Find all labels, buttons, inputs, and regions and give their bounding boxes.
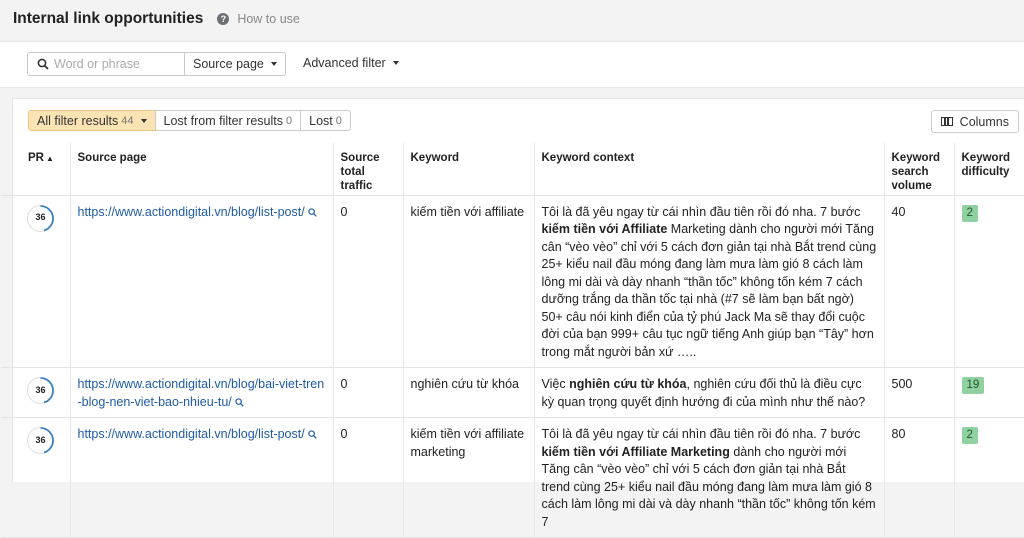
keyword-difficulty-cell: 19 (954, 367, 1024, 418)
columns-label: Columns (959, 114, 1009, 129)
search-icon (37, 58, 49, 70)
source-traffic-cell: 0 (333, 417, 404, 538)
magnifier-icon[interactable] (308, 430, 317, 439)
search-volume-cell: 500 (884, 367, 955, 418)
search-volume-cell: 40 (884, 195, 955, 368)
source-page-link[interactable]: https://www.actiondigital.vn/blog/bai-vi… (78, 377, 325, 409)
results-panel: All filter results 44 Lost from filter r… (1, 98, 1024, 538)
kd-badge: 19 (961, 377, 985, 394)
magnifier-icon[interactable] (235, 398, 244, 407)
pr-ring-icon: 36 (27, 204, 54, 232)
keyword-context-cell: Tôi là đã yêu ngay từ cái nhìn đầu tiên … (534, 195, 885, 368)
columns-icon (940, 117, 953, 126)
page-header: Internal link opportunities ? How to use (0, 0, 1024, 37)
search-volume-cell: 80 (884, 417, 955, 538)
source-page-label: Source page (193, 57, 264, 71)
tab-lost-from-filter-results[interactable]: Lost from filter results 0 (154, 110, 302, 131)
tab-label: All filter results (37, 113, 119, 128)
table-header-row: PR ▲ Source page Source total traffic Key… (1, 143, 1024, 196)
table-row: 36 https://www.actiondigital.vn/blog/lis… (1, 195, 1024, 368)
keyword-difficulty-cell: 2 (954, 417, 1024, 538)
search-input[interactable] (54, 57, 174, 71)
source-page-link[interactable]: https://www.actiondigital.vn/blog/list-p… (78, 205, 305, 219)
caret-down-icon (140, 118, 147, 123)
tab-count: 0 (335, 114, 342, 127)
col-header-keyword-context[interactable]: Keyword context (534, 143, 885, 196)
table-row: 36 https://www.actiondigital.vn/blog/lis… (1, 417, 1024, 538)
keyword-difficulty-cell: 2 (954, 195, 1024, 368)
pr-cell: 36 (1, 195, 71, 368)
source-traffic-cell: 0 (333, 195, 404, 368)
results-table: PR ▲ Source page Source total traffic Key… (1, 143, 1024, 538)
how-to-use-link[interactable]: ? How to use (217, 12, 300, 26)
col-header-keyword[interactable]: Keyword (403, 143, 535, 196)
advanced-filter-label: Advanced filter (303, 56, 386, 70)
advanced-filter-dropdown[interactable]: Advanced filter (303, 52, 399, 74)
pr-cell: 36 (1, 367, 71, 418)
col-header-search-volume[interactable]: Keyword search volume (884, 143, 955, 196)
caret-down-icon (392, 61, 399, 65)
kd-badge: 2 (961, 427, 978, 444)
tab-all-filter-results[interactable]: All filter results 44 (28, 110, 156, 131)
tab-label: Lost (309, 113, 333, 128)
keyword-cell: kiếm tiền với affiliate marketing (403, 417, 535, 538)
tab-lost[interactable]: Lost 0 (300, 110, 351, 131)
col-header-source-page[interactable]: Source page (70, 143, 334, 196)
columns-button[interactable]: Columns (930, 110, 1019, 133)
col-header-keyword-difficulty[interactable]: Keyword difficulty (954, 143, 1024, 196)
keyword-context-cell: Việc nghiên cứu từ khóa, nghiên cứu đối … (534, 367, 885, 418)
tab-label: Lost from filter results (163, 113, 284, 128)
col-header-source-traffic[interactable]: Source total traffic (333, 143, 404, 196)
pr-cell: 36 (1, 417, 71, 538)
magnifier-icon[interactable] (308, 208, 317, 217)
caret-down-icon (270, 62, 277, 66)
keyword-cell: nghiên cứu từ khóa (403, 367, 535, 418)
source-traffic-cell: 0 (333, 367, 404, 418)
filter-bar: Source page Advanced filter (0, 41, 1024, 88)
page-title: Internal link opportunities (13, 9, 204, 27)
table-row: 36 https://www.actiondigital.vn/blog/bai… (1, 367, 1024, 418)
kd-badge: 2 (961, 204, 978, 222)
keyword-context-cell: Tôi là đã yêu ngay từ cái nhìn đầu tiên … (534, 417, 885, 538)
highlighted-keyword: kiếm tiền với Affiliate (541, 222, 668, 236)
result-tabs: All filter results 44 Lost from filter r… (28, 110, 351, 131)
how-to-use-label: How to use (237, 11, 300, 26)
sort-asc-icon: ▲ (45, 154, 54, 163)
col-header-pr[interactable]: PR ▲ (1, 143, 71, 196)
source-page-cell: https://www.actiondigital.vn/blog/list-p… (70, 417, 334, 538)
source-page-dropdown[interactable]: Source page (184, 52, 286, 76)
pr-ring-icon: 36 (27, 377, 54, 404)
highlighted-keyword: kiếm tiền với Affiliate Marketing (541, 444, 730, 459)
tab-count: 44 (121, 114, 134, 127)
pr-ring-icon: 36 (27, 427, 54, 454)
search-box[interactable] (27, 52, 185, 76)
help-icon: ? (217, 12, 230, 25)
source-page-cell: https://www.actiondigital.vn/blog/bai-vi… (70, 367, 334, 418)
highlighted-keyword: nghiên cứu từ khóa (569, 377, 687, 391)
source-page-cell: https://www.actiondigital.vn/blog/list-p… (70, 195, 334, 368)
tab-count: 0 (286, 114, 293, 127)
source-page-link[interactable]: https://www.actiondigital.vn/blog/list-p… (78, 427, 305, 441)
keyword-cell: kiếm tiền với affiliate (403, 195, 535, 368)
